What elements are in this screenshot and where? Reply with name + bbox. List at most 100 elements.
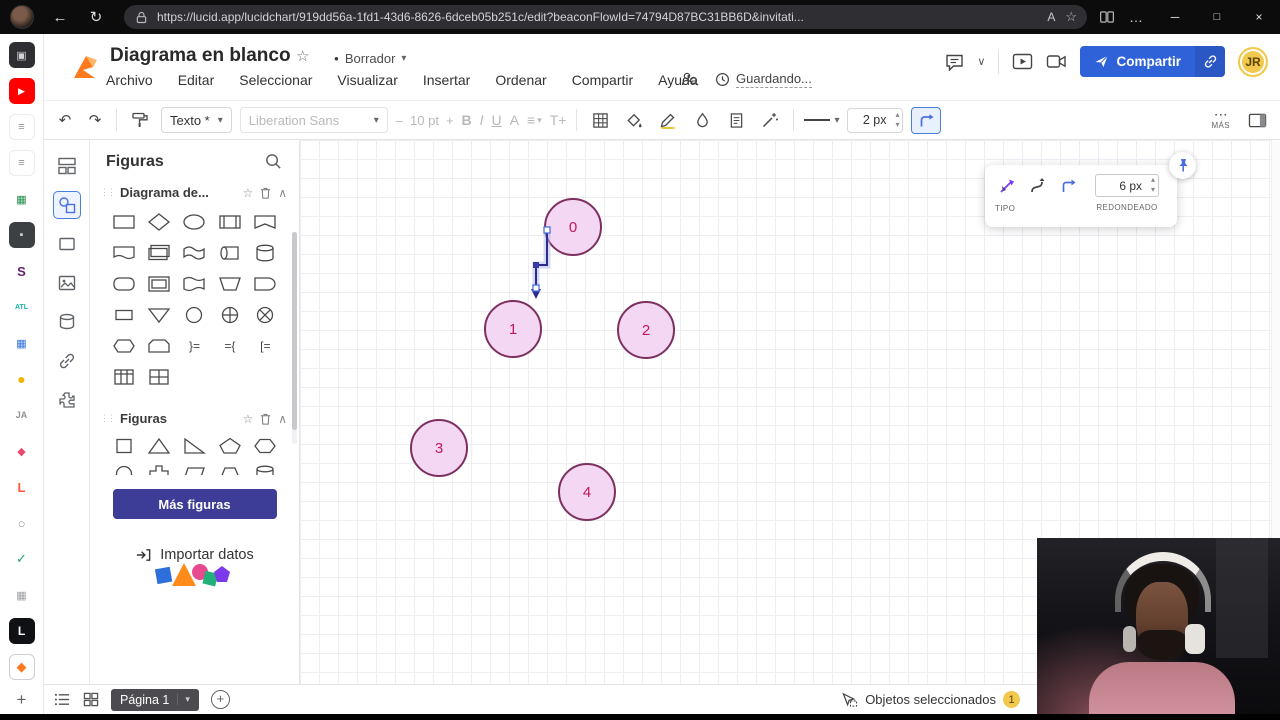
split-screen-icon[interactable] [1099, 9, 1115, 25]
shape-trapezoid-icon[interactable] [212, 464, 247, 475]
shape-process-icon[interactable] [106, 212, 141, 232]
stroke-width-input[interactable]: 2 px ▴ ▾ [847, 107, 904, 133]
shape-manual-input-icon[interactable] [212, 274, 247, 294]
user-avatar[interactable]: JR [1238, 46, 1268, 77]
italic-icon[interactable]: I [480, 112, 484, 128]
font-size-minus[interactable]: – [396, 113, 403, 128]
shape-circle-icon[interactable] [106, 464, 141, 475]
share-button[interactable]: Compartir [1080, 46, 1225, 77]
straight-connector-icon[interactable] [995, 174, 1019, 198]
document-title[interactable]: Diagrama en blanco [110, 45, 291, 67]
shape-table-grid-icon[interactable] [141, 367, 176, 387]
shape-decision-icon[interactable] [141, 212, 176, 232]
copy-link-icon[interactable] [1195, 46, 1225, 77]
line-style-dropdown[interactable]: ▾ [804, 115, 839, 126]
link-panel-icon[interactable] [53, 347, 81, 375]
font-family-dropdown[interactable]: Liberation Sans ▾ [239, 107, 388, 133]
more-tools-button[interactable]: ⋯ MÁS [1211, 107, 1230, 131]
radius-down-icon[interactable]: ▾ [1151, 185, 1155, 195]
blank-shape-icon[interactable] [53, 230, 81, 258]
shape-direct-data-icon[interactable] [212, 243, 247, 263]
fill-color-icon[interactable] [621, 107, 647, 133]
node-4[interactable]: 4 [558, 463, 616, 521]
present-icon[interactable] [1012, 52, 1033, 71]
rail-pink-icon[interactable]: ◆ [8, 438, 35, 464]
plugins-puzzle-icon[interactable] [53, 386, 81, 414]
shadow-icon[interactable] [689, 107, 715, 133]
video-camera-icon[interactable] [1046, 53, 1067, 70]
document-status[interactable]: ● Borrador ▾ [334, 51, 406, 66]
shape-cylinder-icon[interactable] [248, 464, 283, 475]
favorite-section-star-icon[interactable]: ☆ [242, 412, 253, 426]
favorite-section-star-icon[interactable]: ☆ [242, 186, 253, 200]
node-1[interactable]: 1 [484, 300, 542, 358]
layout-panel-icon[interactable] [53, 152, 81, 180]
elbow-connector-icon[interactable] [1057, 174, 1081, 198]
redo-icon[interactable]: ↷ [84, 111, 106, 129]
collapse-section-icon[interactable]: ∧ [278, 186, 287, 200]
data-panel-icon[interactable] [53, 308, 81, 336]
menu-insertar[interactable]: Insertar [423, 72, 470, 88]
node-0[interactable]: 0 [544, 198, 602, 256]
shape-banner-icon[interactable] [248, 212, 283, 232]
browser-menu-icon[interactable]: … [1129, 9, 1144, 25]
shape-table-cols-icon[interactable] [106, 367, 141, 387]
shape-flag-icon[interactable] [177, 274, 212, 294]
shape-merge-icon[interactable] [141, 305, 176, 325]
browser-profile-avatar[interactable] [10, 5, 34, 29]
section-title-2[interactable]: Figuras [120, 411, 236, 426]
corner-radius-input[interactable]: 6 px ▴ ▾ [1095, 174, 1159, 197]
shape-hexagon-icon[interactable] [248, 436, 283, 456]
shape-multidocument-icon[interactable] [141, 243, 176, 263]
shape-database-icon[interactable] [248, 243, 283, 263]
text-style-dropdown[interactable]: Texto * ▾ [161, 107, 232, 133]
minimize-button[interactable]: ─ [1154, 0, 1196, 34]
rail-sheets-icon[interactable]: ▦ [8, 186, 35, 212]
favorite-star-icon[interactable]: ☆ [1065, 9, 1077, 25]
rail-atlassian-icon[interactable]: ATL [8, 294, 35, 320]
align-dropdown[interactable]: ≡ ▾ [527, 112, 542, 128]
rail-l-icon[interactable]: L [8, 618, 35, 644]
rail-lucid-active-icon[interactable]: ◆ [8, 654, 35, 680]
text-options-icon[interactable]: T+ [550, 112, 567, 128]
drag-handle-icon[interactable]: ⋮⋮ [100, 413, 116, 424]
import-data-button[interactable]: Importar datos [90, 547, 299, 563]
shape-summing-icon[interactable] [248, 305, 283, 325]
format-painter-icon[interactable] [127, 107, 153, 133]
shapes-panel-icon[interactable] [52, 191, 81, 219]
shape-or-icon[interactable] [212, 305, 247, 325]
search-icon[interactable] [264, 152, 283, 171]
undo-icon[interactable]: ↶ [54, 111, 76, 129]
close-button[interactable]: × [1238, 0, 1280, 34]
header-caret-icon[interactable]: ∨ [977, 55, 985, 68]
shape-triangle-icon[interactable] [141, 436, 176, 456]
image-panel-icon[interactable] [53, 269, 81, 297]
rail-search-icon[interactable]: ○ [8, 510, 35, 536]
node-3[interactable]: 3 [410, 419, 468, 477]
lucid-logo[interactable] [66, 48, 104, 86]
shape-preparation-icon[interactable] [106, 336, 141, 356]
page-tab[interactable]: Página 1 ▾ [111, 688, 199, 711]
menu-archivo[interactable]: Archivo [106, 72, 153, 88]
right-panel-toggle-icon[interactable] [1244, 107, 1270, 133]
refresh-icon[interactable]: ↻ [82, 8, 110, 26]
menu-ordenar[interactable]: Ordenar [495, 72, 546, 88]
notes-icon[interactable] [723, 107, 749, 133]
saving-status[interactable]: Guardando... [715, 71, 812, 88]
shape-card-icon[interactable] [106, 305, 141, 325]
rail-doc-icon[interactable]: ≡ [8, 114, 35, 140]
add-page-button[interactable]: + [210, 690, 230, 709]
shape-tape-icon[interactable] [177, 243, 212, 263]
menu-visualizar[interactable]: Visualizar [337, 72, 397, 88]
read-aloud-icon[interactable]: A [1047, 10, 1055, 24]
shape-document-icon[interactable] [106, 243, 141, 263]
menu-editar[interactable]: Editar [178, 72, 215, 88]
shape-parallelogram-icon[interactable] [177, 464, 212, 475]
shape-loop-limit-icon[interactable] [141, 336, 176, 356]
shape-pentagon-icon[interactable] [212, 436, 247, 456]
text-color-icon[interactable]: A [510, 112, 519, 128]
stroke-width-down-icon[interactable]: ▾ [895, 120, 899, 130]
shape-square-icon[interactable] [106, 436, 141, 456]
connector-type-button[interactable] [911, 106, 942, 134]
rail-dark-app-icon[interactable]: ▪ [8, 222, 35, 248]
